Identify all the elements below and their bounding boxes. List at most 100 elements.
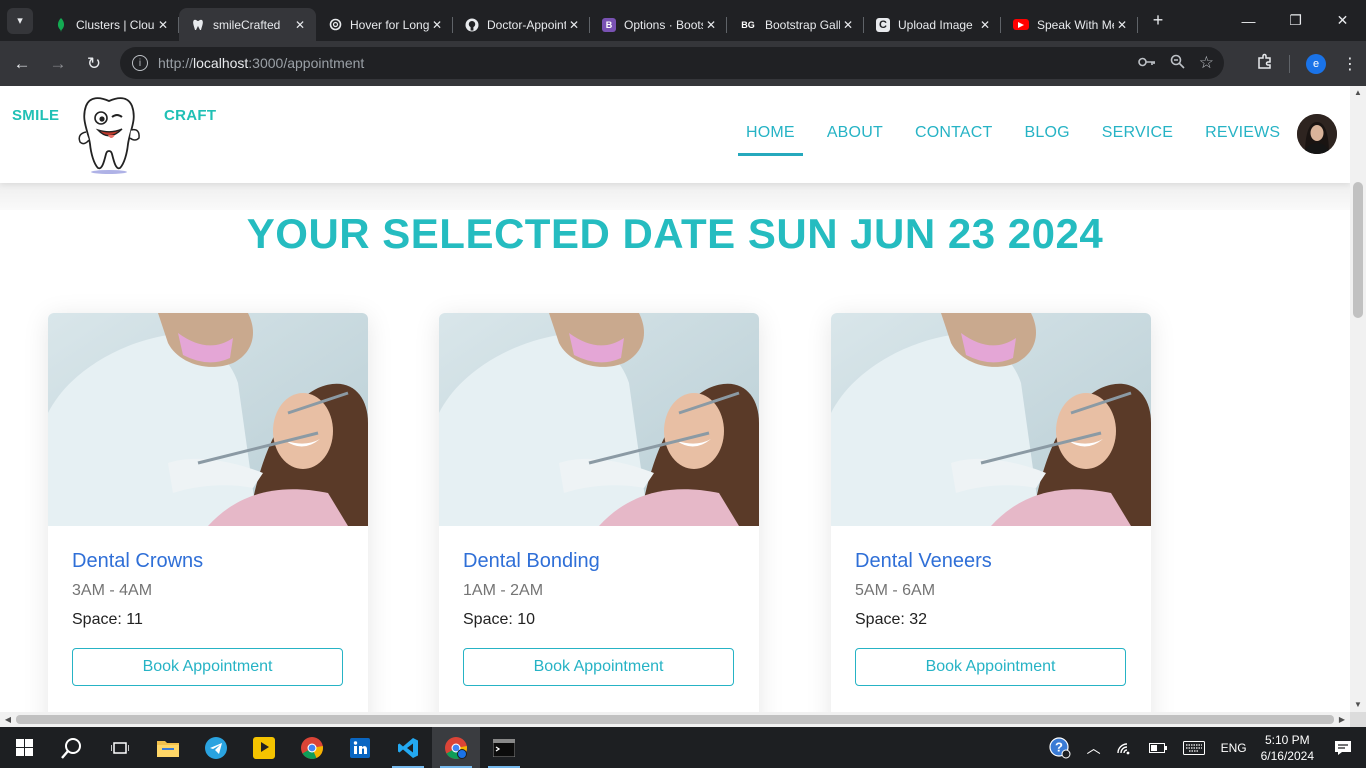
vertical-scrollbar[interactable]: ▲ ▼ [1350, 86, 1366, 712]
star-icon[interactable]: ☆ [1199, 53, 1214, 73]
address-bar[interactable]: i http://localhost:3000/appointment ☆ [120, 47, 1224, 79]
nav-blog[interactable]: BLOG [1016, 114, 1077, 156]
service-title[interactable]: Dental Bonding [463, 550, 600, 573]
language-indicator[interactable]: ENG [1221, 741, 1247, 755]
forward-button[interactable]: → [40, 46, 76, 82]
extensions-icon[interactable] [1257, 53, 1273, 74]
keyboard-icon[interactable] [1182, 740, 1205, 755]
media-player-app[interactable] [240, 727, 288, 768]
chrome-icon [445, 736, 467, 759]
service-title[interactable]: Dental Veneers [855, 550, 992, 573]
url-text[interactable]: http://localhost:3000/appointment [158, 55, 364, 71]
logo-text-right[interactable]: CRAFT [164, 107, 216, 124]
dentist-patient-photo [831, 313, 1151, 526]
restore-button[interactable]: ❐ [1272, 0, 1319, 41]
url-host: localhost [193, 55, 249, 71]
close-window-button[interactable]: ✕ [1319, 0, 1366, 41]
linkedin-app[interactable] [336, 727, 384, 768]
book-appointment-button[interactable]: Book Appointment [463, 648, 734, 686]
task-view-button[interactable] [96, 727, 144, 768]
minimize-button[interactable]: — [1225, 0, 1272, 41]
bg-icon: BG [741, 19, 755, 30]
nav-about[interactable]: ABOUT [819, 114, 891, 156]
zoom-icon[interactable] [1170, 54, 1185, 73]
logo-text-left[interactable]: SMILE [12, 107, 59, 124]
browser-tab[interactable]: Doctor-Appointment ✕ [453, 8, 590, 41]
dentist-patient-photo [48, 313, 368, 526]
battery-icon[interactable] [1148, 742, 1167, 753]
nav-contact[interactable]: CONTACT [907, 114, 1001, 156]
notification-icon[interactable] [1334, 740, 1352, 756]
system-clock[interactable]: 5:10 PM 6/16/2024 [1261, 732, 1314, 764]
file-explorer-app[interactable] [144, 727, 192, 768]
close-icon[interactable]: ✕ [703, 18, 719, 32]
horizontal-scrollbar[interactable]: ◀ ▶ [0, 712, 1350, 727]
nav-home[interactable]: HOME [738, 114, 803, 156]
youtube-icon [1013, 19, 1029, 30]
scroll-up-icon[interactable]: ▲ [1350, 86, 1366, 100]
browser-tab[interactable]: Speak With Me ✕ [1001, 8, 1138, 41]
scroll-right-icon[interactable]: ▶ [1334, 712, 1350, 727]
terminal-app[interactable] [480, 727, 528, 768]
nav-service[interactable]: SERVICE [1094, 114, 1181, 156]
user-profile-avatar[interactable] [1297, 114, 1337, 154]
close-icon[interactable]: ✕ [155, 18, 171, 32]
scroll-left-icon[interactable]: ◀ [0, 712, 16, 727]
scroll-down-icon[interactable]: ▼ [1350, 698, 1366, 712]
close-icon[interactable]: ✕ [429, 18, 445, 32]
c-icon: C [876, 17, 890, 32]
chrome-profile-app[interactable] [432, 727, 480, 768]
wifi-icon[interactable] [1116, 741, 1133, 755]
hero-band [0, 182, 1350, 210]
start-button[interactable] [0, 727, 48, 768]
tab-strip: Clusters | Cloud ✕ smileCrafted ✕ Hover … [42, 0, 1138, 41]
vertical-scroll-thumb[interactable] [1353, 182, 1363, 318]
browser-tab[interactable]: BG Bootstrap Gallery ✕ [727, 8, 864, 41]
close-icon[interactable]: ✕ [1114, 18, 1130, 32]
help-icon[interactable]: ? [1048, 736, 1071, 759]
browser-tab[interactable]: C Upload Image ✕ [864, 8, 1001, 41]
horizontal-scroll-thumb[interactable] [16, 715, 1334, 724]
telegram-app[interactable] [192, 727, 240, 768]
tab-title: Clusters | Cloud [76, 17, 155, 32]
vscode-app[interactable] [384, 727, 432, 768]
book-appointment-button[interactable]: Book Appointment [855, 648, 1126, 686]
linkedin-icon [350, 737, 370, 758]
chrome-app[interactable] [288, 727, 336, 768]
close-icon[interactable]: ✕ [292, 18, 308, 32]
tooth-mascot-logo[interactable] [72, 92, 146, 176]
tab-search-button[interactable]: ▾ [7, 7, 33, 34]
time-slot: 3AM - 4AM [72, 582, 153, 599]
kebab-menu-icon[interactable]: ⋮ [1342, 54, 1358, 74]
close-icon[interactable]: ✕ [840, 18, 856, 32]
profile-avatar[interactable]: e [1306, 53, 1326, 74]
browser-tab[interactable]: B Options · Bootstrap ✕ [590, 8, 727, 41]
key-icon[interactable] [1137, 55, 1156, 72]
service-title[interactable]: Dental Crowns [72, 550, 203, 573]
browser-tab[interactable]: Clusters | Cloud ✕ [42, 8, 179, 41]
back-button[interactable]: ← [4, 46, 40, 82]
toolbar-right: e ⋮ [1257, 41, 1358, 86]
site-info-icon[interactable]: i [132, 55, 148, 71]
nav-reviews[interactable]: REVIEWS [1197, 114, 1288, 156]
site-tooth-icon [191, 18, 205, 32]
reload-button[interactable]: ↻ [76, 46, 112, 82]
book-appointment-button[interactable]: Book Appointment [72, 648, 343, 686]
close-icon[interactable]: ✕ [977, 18, 993, 32]
close-icon[interactable]: ✕ [566, 18, 582, 32]
tab-title: Options · Bootstrap [624, 17, 703, 32]
chevron-down-icon: ▾ [17, 15, 23, 27]
browser-toolbar: ← → ↻ i http://localhost:3000/appointmen… [0, 41, 1366, 86]
folder-icon [157, 740, 179, 757]
new-tab-button[interactable]: + [1144, 7, 1172, 35]
windows-logo-icon [15, 739, 33, 756]
scrollbar-corner [1350, 712, 1366, 727]
dentist-patient-photo [439, 313, 759, 526]
chevron-up-icon[interactable]: ︿ [1087, 738, 1101, 758]
main-nav: HOME ABOUT CONTACT BLOG SERVICE REVIEWS [738, 114, 1304, 156]
search-button[interactable] [48, 727, 96, 768]
omnibox-actions: ☆ [1137, 47, 1214, 79]
browser-tab[interactable]: Hover for Long ✕ [316, 8, 453, 41]
restore-icon: ❐ [1289, 12, 1302, 28]
browser-tab-active[interactable]: smileCrafted ✕ [179, 8, 316, 41]
